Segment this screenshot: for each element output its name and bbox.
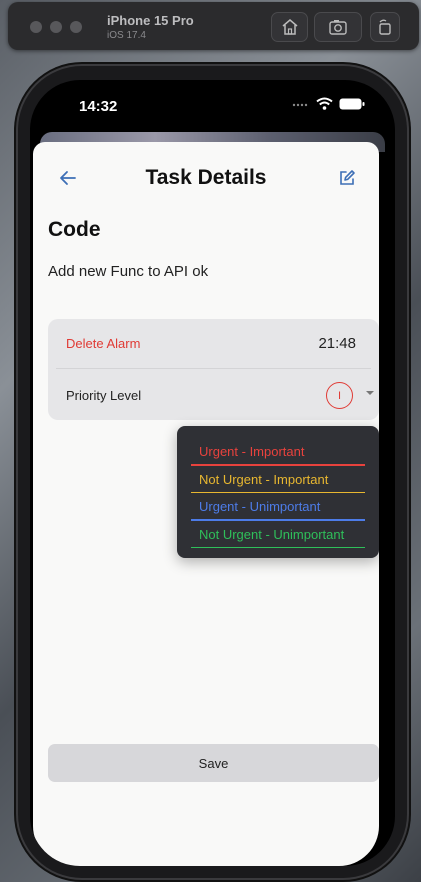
close-window-button[interactable] [30, 21, 42, 33]
edit-icon[interactable] [337, 168, 357, 188]
rotate-button[interactable] [370, 12, 400, 42]
option-underline [191, 464, 365, 466]
delete-alarm-button[interactable]: Delete Alarm [66, 336, 140, 351]
minimize-window-button[interactable] [50, 21, 62, 33]
divider [56, 368, 371, 369]
status-time: 14:32 [79, 98, 118, 115]
priority-dropdown-menu: Urgent - Important Not Urgent - Importan… [177, 426, 379, 558]
option-underline [191, 519, 365, 521]
priority-option-label: Urgent - Important [199, 444, 305, 459]
save-button[interactable]: Save [48, 744, 379, 782]
camera-icon [329, 20, 347, 35]
os-version: iOS 17.4 [107, 30, 146, 41]
priority-option-urgent-unimportant[interactable]: Urgent - Unimportant [191, 497, 365, 525]
priority-level-label: Priority Level [66, 388, 142, 403]
priority-option-label: Not Urgent - Unimportant [199, 526, 345, 542]
home-icon [282, 19, 297, 35]
page-title: Task Details [145, 166, 267, 189]
priority-option-label: Not Urgent - Important [199, 471, 329, 487]
task-title: Code [48, 218, 101, 241]
option-underline [191, 491, 365, 493]
chevron-down-icon[interactable] [366, 391, 374, 395]
simulator-toolbar: iPhone 15 Pro iOS 17.4 [8, 2, 419, 50]
home-button[interactable] [271, 12, 308, 42]
option-underline [191, 546, 365, 548]
priority-option-not-urgent-important[interactable]: Not Urgent - Important [191, 470, 365, 498]
wifi-icon [316, 97, 333, 110]
device-screen: 14:32 Task Details Code Add new Func to … [30, 80, 395, 866]
priority-option-not-urgent-unimportant[interactable]: Not Urgent - Unimportant [191, 525, 365, 553]
signal-icon [292, 103, 308, 106]
rotate-icon [379, 19, 391, 35]
priority-option-urgent-important[interactable]: Urgent - Important [191, 442, 365, 470]
task-settings-card: Delete Alarm 21:48 Priority Level I [48, 319, 379, 420]
priority-badge[interactable]: I [326, 382, 353, 409]
zoom-window-button[interactable] [70, 21, 82, 33]
device-name: iPhone 15 Pro [107, 13, 194, 28]
task-description: Add new Func to API ok [48, 263, 209, 280]
status-icons [292, 97, 365, 110]
priority-option-label: Urgent - Unimportant [199, 499, 321, 514]
task-details-sheet: Task Details Code Add new Func to API ok… [33, 142, 379, 866]
battery-icon [339, 98, 365, 109]
alarm-time[interactable]: 21:48 [318, 335, 356, 352]
screenshot-button[interactable] [314, 12, 362, 42]
